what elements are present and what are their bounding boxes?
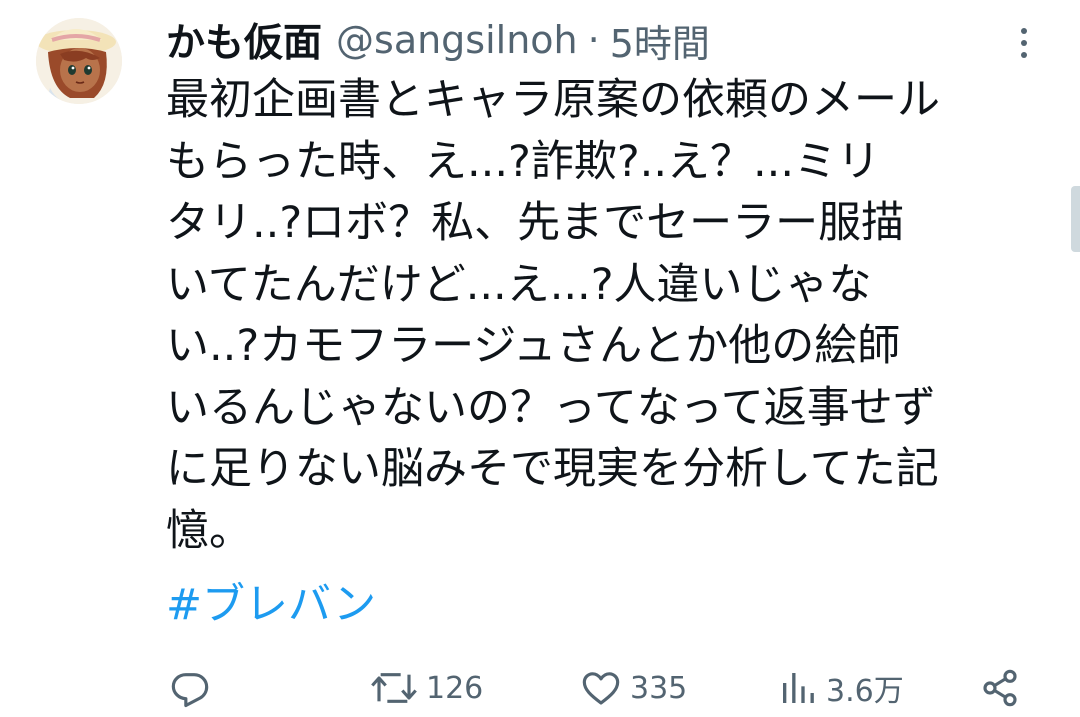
retweet-button[interactable]: 126 [370, 666, 483, 710]
display-name[interactable]: かも仮面 [166, 12, 322, 68]
scrollbar-thumb[interactable] [1071, 186, 1080, 252]
avatar[interactable] [36, 18, 122, 104]
hashtag-link[interactable]: #ブレバン [166, 575, 376, 637]
tweet-text-line: いるんじゃないの？ってなって返事せず [166, 382, 936, 433]
views-chart-icon [783, 673, 814, 703]
share-icon [983, 669, 1017, 707]
tweet-text-line: いてたんだけど...え...?人違いじゃな [166, 259, 872, 310]
views-button[interactable]: 3.6万 [778, 666, 904, 710]
share-button[interactable] [980, 666, 1020, 710]
retweet-count: 126 [426, 670, 484, 706]
timestamp[interactable]: 5時間 [610, 13, 710, 68]
separator-dot: · [587, 18, 600, 62]
avatar-image [36, 18, 122, 104]
reply-icon [171, 673, 209, 708]
more-options-icon[interactable] [1016, 26, 1032, 60]
tweet-text-line: タリ..?ロボ？私、先までセーラー服描 [166, 198, 905, 248]
user-handle[interactable]: @sangsilnoh [336, 18, 578, 62]
tweet-text-line: い..?カモフラージュさんとか他の絵師 [166, 321, 901, 371]
like-button[interactable]: 335 [580, 666, 687, 710]
reply-button[interactable] [170, 666, 210, 710]
tweet-text: 最初企画書とキャラ原案の依頼のメール もらった時、え...?詐欺?..え？...… [166, 70, 1046, 562]
tweet-text-line: 最初企画書とキャラ原案の依頼のメール [166, 75, 940, 125]
tweet-header: かも仮面 @sangsilnoh · 5時間 [166, 12, 710, 68]
like-count: 335 [630, 670, 688, 706]
tweet-text-line: に足りない脳みそで現実を分析してた記 [166, 444, 939, 494]
retweet-icon [371, 673, 417, 703]
tweet-text-line: 憶。 [166, 505, 252, 556]
heart-icon [582, 672, 620, 705]
views-count: 3.6万 [826, 674, 904, 709]
tweet-text-line: もらった時、え...?詐欺?..え？...ミリ [166, 136, 880, 187]
